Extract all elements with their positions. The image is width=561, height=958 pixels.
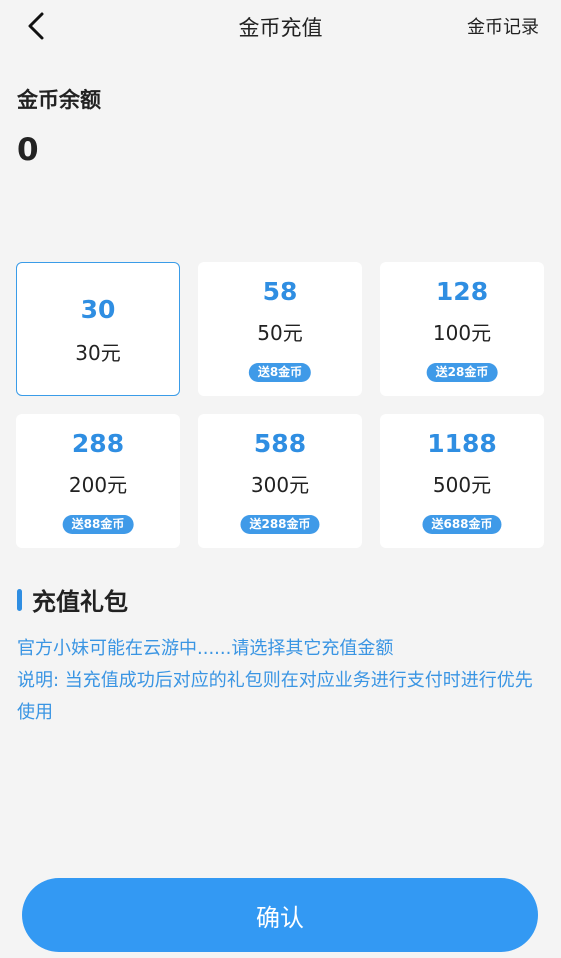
package-price: 100元: [432, 321, 492, 345]
package-price: 50元: [257, 321, 303, 345]
package-card-588[interactable]: 588 300元 送288金币: [198, 414, 362, 548]
header-bar: 金币充值 金币记录: [0, 0, 561, 54]
section-marker: [17, 588, 22, 611]
package-coins: 588: [253, 429, 307, 458]
package-coins: 1188: [427, 429, 497, 458]
gift-section-heading: 充值礼包: [17, 582, 128, 617]
package-bonus-badge: 送28金币: [426, 363, 498, 382]
package-card-128[interactable]: 128 100元 送28金币: [380, 262, 544, 396]
balance-label: 金币余额: [17, 88, 101, 112]
coin-record-link[interactable]: 金币记录: [467, 13, 539, 39]
balance-value: 0: [17, 132, 39, 168]
package-bonus-badge: 送288金币: [240, 515, 320, 534]
package-bonus-badge: 送88金币: [62, 515, 134, 534]
package-coins: 58: [262, 277, 298, 306]
package-card-288[interactable]: 288 200元 送88金币: [16, 414, 180, 548]
package-bonus-badge: 送8金币: [248, 363, 312, 382]
package-card-58[interactable]: 58 50元 送8金币: [198, 262, 362, 396]
gift-section-title: 充值礼包: [32, 588, 128, 616]
package-coins: 30: [80, 295, 116, 324]
package-bonus-badge: 送688金币: [422, 515, 502, 534]
package-card-30[interactable]: 30 30元: [16, 262, 180, 396]
confirm-button[interactable]: 确认: [22, 878, 538, 952]
package-price: 300元: [250, 473, 310, 497]
package-price: 500元: [432, 473, 492, 497]
gift-notice: 官方小妹可能在云游中......请选择其它充值金额: [17, 638, 394, 659]
package-coins: 128: [435, 277, 489, 306]
package-grid: 30 30元 58 50元 送8金币 128 100元 送28金币 288 20…: [16, 262, 544, 548]
gift-description: 官方小妹可能在云游中......请选择其它充值金额 说明: 当充值成功后对应的礼…: [17, 633, 547, 729]
package-card-1188[interactable]: 1188 500元 送688金币: [380, 414, 544, 548]
package-price: 200元: [68, 473, 128, 497]
gift-explanation: 说明: 当充值成功后对应的礼包则在对应业务进行支付时进行优先使用: [17, 670, 533, 723]
package-coins: 288: [71, 429, 125, 458]
package-price: 30元: [75, 341, 121, 365]
